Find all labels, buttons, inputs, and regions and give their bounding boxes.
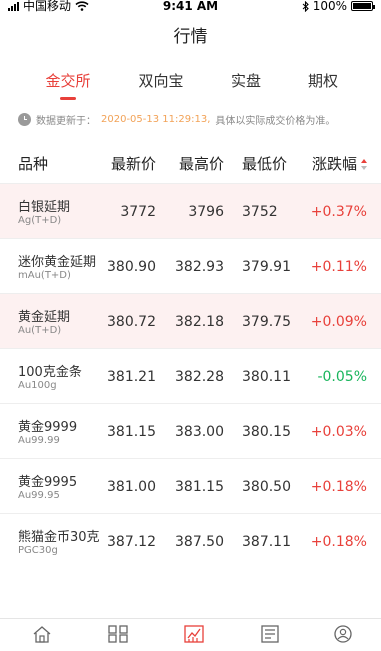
header-low: 最低价 bbox=[242, 155, 288, 173]
product-name: 白银延期 bbox=[18, 200, 71, 215]
low-price: 379.75 bbox=[242, 314, 291, 330]
product-code: mAu(T+D) bbox=[18, 270, 71, 281]
high-price: 382.18 bbox=[175, 314, 224, 330]
product-code: Au100g bbox=[18, 380, 57, 391]
high-price: 3796 bbox=[188, 204, 224, 220]
clock-icon bbox=[18, 113, 31, 126]
product-name: 100克金条 bbox=[18, 365, 82, 380]
change-percent: +0.09% bbox=[310, 314, 367, 330]
product-code: Ag(T+D) bbox=[18, 215, 62, 226]
product-code: Au99.99 bbox=[18, 435, 60, 446]
low-price: 3752 bbox=[242, 204, 278, 220]
change-percent: -0.05% bbox=[317, 369, 367, 385]
table-row[interactable]: 白银延期 Ag(T+D) 3772 3796 3752 +0.37% bbox=[0, 184, 381, 239]
quote-list: 白银延期 Ag(T+D) 3772 3796 3752 +0.37% 迷你黄金延… bbox=[0, 184, 381, 569]
high-price: 383.00 bbox=[175, 424, 224, 440]
low-price: 380.15 bbox=[242, 424, 291, 440]
product-code: PGC30g bbox=[18, 545, 58, 556]
tabbar-market[interactable]: 行情 bbox=[156, 625, 232, 643]
page-title: 行情 bbox=[173, 27, 208, 47]
update-time: 2020-05-13 11:29:13, bbox=[101, 114, 211, 125]
high-price: 382.93 bbox=[175, 259, 224, 275]
home-icon bbox=[33, 626, 51, 643]
tab-label: 金交所 bbox=[45, 72, 91, 90]
product-code: Au(T+D) bbox=[18, 325, 62, 336]
product-name: 黄金9999 bbox=[18, 420, 78, 435]
tabbar-home[interactable]: 首页 bbox=[4, 625, 80, 643]
tabbar-profile[interactable]: 我的 bbox=[305, 625, 381, 643]
product-name: 熊猫金币30克 bbox=[18, 530, 100, 545]
chart-icon bbox=[184, 625, 204, 643]
header-change: 涨跌幅 bbox=[311, 155, 357, 173]
update-prefix: 数据更新于： bbox=[36, 116, 96, 127]
table-row[interactable]: 黄金9995 Au99.95 381.00 381.15 380.50 +0.1… bbox=[0, 459, 381, 514]
update-suffix: 具体以实际成交价格为准。 bbox=[215, 116, 336, 127]
tab-label: 期权 bbox=[307, 72, 338, 90]
header-high: 最高价 bbox=[178, 155, 224, 173]
product-name: 黄金延期 bbox=[18, 310, 71, 325]
change-percent: +0.11% bbox=[310, 259, 367, 275]
change-percent: +0.18% bbox=[310, 479, 367, 495]
battery-percent: 100% bbox=[312, 0, 347, 13]
sort-icon bbox=[361, 159, 367, 170]
latest-price: 3772 bbox=[120, 204, 156, 220]
tab-label: 实盘 bbox=[230, 72, 261, 90]
high-price: 382.28 bbox=[175, 369, 224, 385]
tabbar-trade[interactable]: 交易 bbox=[80, 625, 156, 643]
tabbar-news[interactable]: 资讯 bbox=[232, 625, 308, 643]
tab-options[interactable]: 期权 bbox=[278, 70, 368, 91]
tab-two-way[interactable]: 双向宝 bbox=[116, 70, 206, 91]
low-price: 380.11 bbox=[242, 369, 291, 385]
header-product: 品种 bbox=[18, 155, 49, 173]
tab-active-indicator bbox=[60, 97, 76, 100]
header-latest: 最新价 bbox=[110, 155, 156, 173]
latest-price: 381.21 bbox=[107, 369, 156, 385]
latest-price: 380.72 bbox=[107, 314, 156, 330]
low-price: 380.50 bbox=[242, 479, 291, 495]
latest-price: 387.12 bbox=[107, 534, 156, 550]
latest-price: 381.00 bbox=[107, 479, 156, 495]
latest-price: 381.15 bbox=[107, 424, 156, 440]
news-icon bbox=[261, 625, 279, 643]
market-tabs: 金交所 双向宝 实盘 期权 bbox=[0, 70, 381, 100]
status-right: 100% bbox=[302, 0, 375, 13]
header-change-sort[interactable]: 涨跌幅 bbox=[312, 153, 367, 174]
table-row[interactable]: 熊猫金币30克 PGC30g 387.12 387.50 387.11 +0.1… bbox=[0, 514, 381, 569]
table-row[interactable]: 迷你黄金延期 mAu(T+D) 380.90 382.93 379.91 +0.… bbox=[0, 239, 381, 294]
latest-price: 380.90 bbox=[107, 259, 156, 275]
table-header: 品种 最新价 最高价 最低价 涨跌幅 bbox=[0, 138, 381, 184]
product-name: 黄金9995 bbox=[18, 475, 78, 490]
product-code: Au99.95 bbox=[18, 490, 60, 501]
table-row[interactable]: 黄金延期 Au(T+D) 380.72 382.18 379.75 +0.09% bbox=[0, 294, 381, 349]
grid-icon bbox=[108, 625, 128, 643]
user-icon bbox=[334, 625, 352, 643]
low-price: 379.91 bbox=[242, 259, 291, 275]
high-price: 387.50 bbox=[175, 534, 224, 550]
change-percent: +0.18% bbox=[310, 534, 367, 550]
high-price: 381.15 bbox=[175, 479, 224, 495]
change-percent: +0.03% bbox=[310, 424, 367, 440]
tab-sge[interactable]: 金交所 bbox=[23, 70, 113, 100]
status-bar: 中国移动 9:41 AM 100% bbox=[0, 0, 381, 12]
table-row[interactable]: 黄金9999 Au99.99 381.15 383.00 380.15 +0.0… bbox=[0, 404, 381, 459]
table-row[interactable]: 100克金条 Au100g 381.21 382.28 380.11 -0.05… bbox=[0, 349, 381, 404]
change-percent: +0.37% bbox=[310, 204, 367, 220]
bottom-tab-bar: 首页 交易 行情 资讯 我的 bbox=[0, 618, 381, 651]
product-name: 迷你黄金延期 bbox=[18, 255, 97, 270]
bluetooth-icon bbox=[302, 0, 309, 12]
tab-label: 双向宝 bbox=[138, 72, 184, 90]
battery-icon bbox=[351, 1, 375, 11]
update-notice: 数据更新于： 2020-05-13 11:29:13, 具体以实际成交价格为准。 bbox=[18, 112, 335, 127]
low-price: 387.11 bbox=[242, 534, 291, 550]
